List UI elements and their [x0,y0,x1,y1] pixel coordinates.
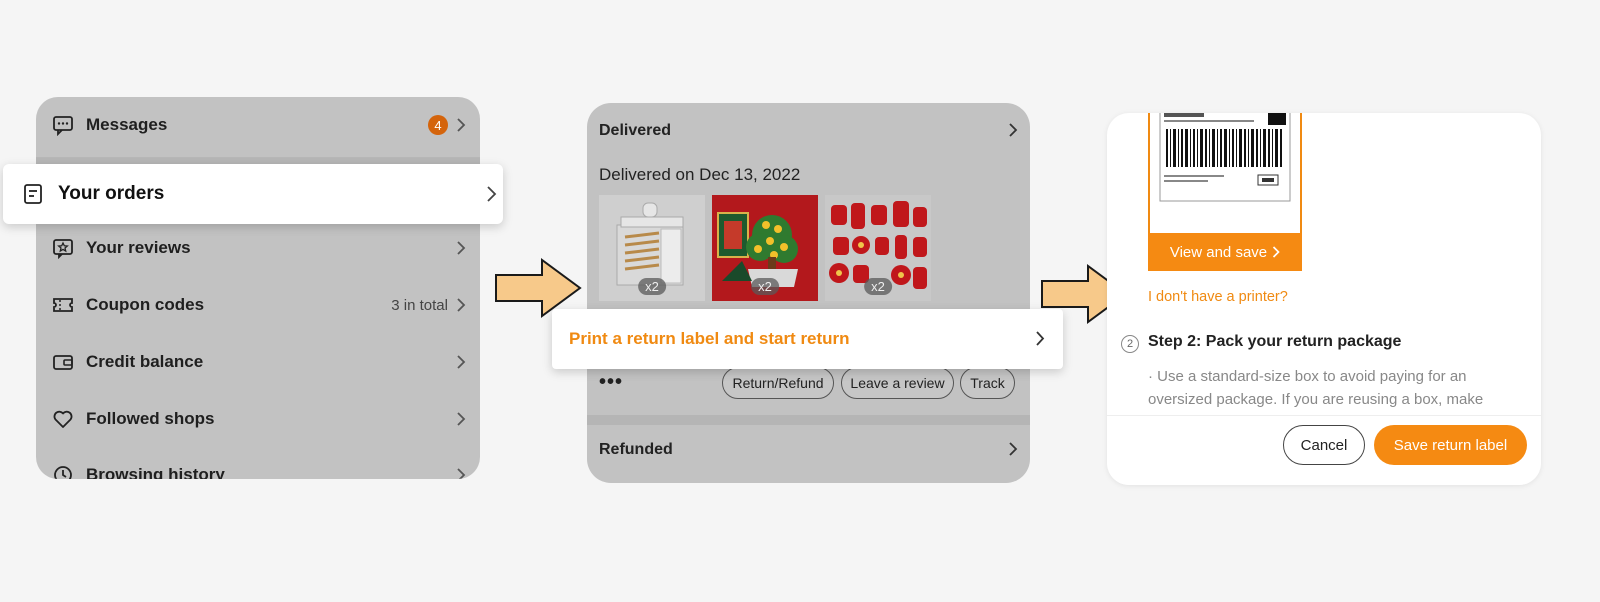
shipping-label-preview [1148,113,1302,233]
message-icon [52,114,74,136]
menu-item-label: Coupon codes [86,295,205,314]
order-status: Delivered [599,122,672,139]
chevron-right-icon [457,298,466,312]
menu-item-label: Messages [86,115,168,134]
cancel-button[interactable]: Cancel [1283,425,1365,465]
coupon-icon [52,294,74,316]
view-and-save-label: View and save [1169,243,1268,261]
chevron-right-icon [457,355,466,369]
menu-item-coupons[interactable]: Coupon codes 3 in total [36,277,480,333]
return-refund-button[interactable]: Return/Refund [722,367,834,399]
product-thumbnail[interactable]: x2 [599,195,705,301]
menu-item-label: Credit balance [86,352,204,371]
menu-item-label: Browsing history [86,465,225,479]
no-printer-link[interactable]: I don't have a printer? [1148,289,1288,305]
leave-review-button[interactable]: Leave a review [841,367,954,399]
menu-item-your-orders[interactable]: Your orders [3,164,503,224]
menu-item-label: Followed shops [86,409,215,428]
chevron-right-icon [457,468,466,479]
menu-item-label: Your reviews [86,238,191,257]
return-label-panel: View and save I don't have a printer? 2 … [1107,113,1541,485]
product-thumbnail[interactable]: x2 [825,195,931,301]
track-button[interactable]: Track [960,367,1015,399]
save-return-label-button[interactable]: Save return label [1374,425,1527,465]
clock-icon [52,464,74,479]
menu-item-followed-shops[interactable]: Followed shops [36,391,480,447]
chevron-right-icon [457,412,466,426]
heart-icon [52,408,74,430]
menu-item-label: Your orders [58,183,165,204]
order-status-refunded: Refunded [599,441,673,458]
more-options-icon[interactable]: ••• [599,371,623,394]
coupon-count: 3 in total [391,296,448,314]
order-card-panel: Delivered Delivered on Dec 13, 2022 x2 x… [587,103,1030,483]
chevron-right-icon[interactable] [1008,123,1018,137]
order-list-icon [21,182,45,206]
unread-badge: 4 [428,115,448,135]
barcode-label-image [1159,113,1291,202]
chevron-right-icon[interactable] [1008,442,1018,456]
menu-item-history[interactable]: Browsing history [36,447,480,479]
chevron-right-icon [457,118,466,132]
chevron-right-icon [1273,246,1280,258]
account-menu-panel: Messages 4 Your reviews Coupon codes 3 i… [36,97,480,479]
delivery-date: Delivered on Dec 13, 2022 [599,165,801,184]
print-return-label-text: Print a return label and start return [569,329,850,348]
menu-item-messages[interactable]: Messages 4 [36,97,480,153]
quantity-badge: x2 [751,278,779,295]
section-divider [587,415,1030,425]
chevron-right-icon [1036,331,1045,346]
step-instructions: · Use a standard-size box to avoid payin… [1148,368,1484,408]
action-footer: Cancel Save return label [1107,415,1541,485]
step-title: Step 2: Pack your return package [1148,333,1402,350]
print-return-label-option[interactable]: Print a return label and start return [552,309,1063,369]
chevron-right-icon [457,241,466,255]
product-thumbnail[interactable]: x2 [712,195,818,301]
chevron-right-icon [487,186,497,202]
view-and-save-button[interactable]: View and save [1148,233,1302,271]
menu-item-reviews[interactable]: Your reviews [36,220,480,276]
step-number-badge: 2 [1121,335,1139,353]
quantity-badge: x2 [638,278,666,295]
star-review-icon [52,237,74,259]
menu-item-credit[interactable]: Credit balance [36,334,480,390]
wallet-icon [52,351,74,373]
quantity-badge: x2 [864,278,892,295]
